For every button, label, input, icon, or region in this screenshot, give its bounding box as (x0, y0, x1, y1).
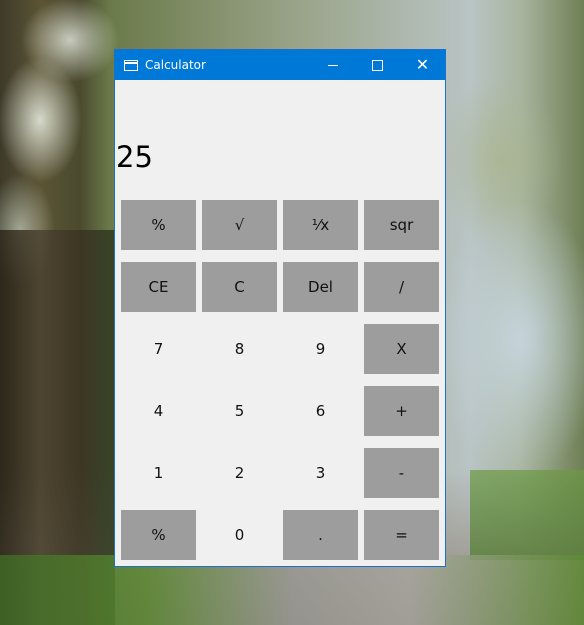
result-display: 25 (116, 140, 153, 174)
key-2-1[interactable]: 8 (202, 324, 277, 374)
key-2-2[interactable]: 9 (283, 324, 358, 374)
key-4-2[interactable]: 3 (283, 448, 358, 498)
key-2-3[interactable]: X (364, 324, 439, 374)
title-bar[interactable]: Calculator ✕ (115, 50, 445, 80)
grass-bank (470, 470, 584, 560)
key-1-1[interactable]: C (202, 262, 277, 312)
key-5-3[interactable]: = (364, 510, 439, 560)
key-0-0[interactable]: % (121, 200, 196, 250)
key-4-1[interactable]: 2 (202, 448, 277, 498)
key-0-1[interactable]: √ (202, 200, 277, 250)
key-5-1[interactable]: 0 (202, 510, 277, 560)
key-1-0[interactable]: CE (121, 262, 196, 312)
key-0-2[interactable]: ⅟x (283, 200, 358, 250)
key-5-2[interactable]: . (283, 510, 358, 560)
key-1-2[interactable]: Del (283, 262, 358, 312)
key-4-3[interactable]: - (364, 448, 439, 498)
key-4-0[interactable]: 1 (121, 448, 196, 498)
minimize-icon (327, 64, 338, 66)
key-0-3[interactable]: sqr (364, 200, 439, 250)
maximize-button[interactable] (355, 50, 400, 80)
close-button[interactable]: ✕ (400, 50, 445, 80)
key-3-0[interactable]: 4 (121, 386, 196, 436)
app-window-icon (124, 59, 138, 71)
key-5-0[interactable]: % (121, 510, 196, 560)
key-3-3[interactable]: + (364, 386, 439, 436)
key-3-1[interactable]: 5 (202, 386, 277, 436)
key-3-2[interactable]: 6 (283, 386, 358, 436)
calculator-window: Calculator ✕ 25 % √ ⅟x sqr CE C Del/7 8 9 X 4 5 6 +1 2… (114, 49, 446, 567)
key-1-3[interactable]: / (364, 262, 439, 312)
window-title: Calculator (145, 58, 206, 72)
minimize-button[interactable] (310, 50, 355, 80)
maximize-icon (372, 59, 383, 71)
key-2-0[interactable]: 7 (121, 324, 196, 374)
close-icon: ✕ (415, 55, 430, 74)
